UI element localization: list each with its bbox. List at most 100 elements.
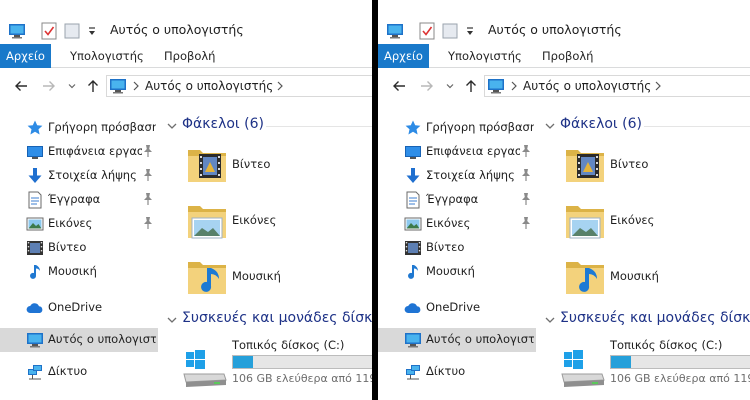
folder-pictures[interactable]: Εικόνες	[564, 198, 750, 246]
desktop-icon	[26, 143, 44, 161]
folder-music[interactable]: Μουσική	[186, 254, 372, 302]
nav-item-document[interactable]: Έγγραφα	[378, 188, 536, 212]
nav-item-download-arrow[interactable]: Στοιχεία λήψης	[378, 164, 536, 188]
pin-icon[interactable]	[520, 192, 532, 206]
forward-button[interactable]	[418, 77, 436, 95]
up-button[interactable]	[462, 77, 480, 95]
nav-item-desktop[interactable]: Επιφάνεια εργασίας	[378, 140, 536, 164]
drive-usage-bar	[610, 355, 750, 369]
properties-icon[interactable]	[419, 22, 435, 40]
up-button[interactable]	[84, 77, 102, 95]
pin-icon[interactable]	[142, 216, 154, 230]
address-path[interactable]: Αυτός ο υπολογιστής	[145, 79, 273, 93]
nav-item-star[interactable]: Γρήγορη πρόσβαση	[0, 116, 158, 140]
nav-item-video[interactable]: Βίντεο	[0, 236, 158, 260]
address-bar: Αυτός ο υπολογιστής	[0, 69, 372, 105]
drive-name: Τοπικός δίσκος (C:)	[232, 338, 345, 352]
back-button[interactable]	[12, 77, 30, 95]
devices-group-header[interactable]: Συσκευές και μονάδες δίσκου	[544, 310, 750, 330]
back-button[interactable]	[390, 77, 408, 95]
nav-item-video[interactable]: Βίντεο	[378, 236, 536, 260]
pin-icon[interactable]	[520, 144, 532, 158]
recent-locations-button[interactable]	[444, 77, 456, 95]
pin-icon[interactable]	[520, 168, 532, 182]
video-folder-icon	[186, 142, 230, 186]
nav-item-label: Δίκτυο	[426, 364, 466, 378]
pictures-folder-icon	[564, 198, 608, 242]
title-bar: Αυτός ο υπολογιστής	[378, 0, 750, 44]
nav-item-label: OneDrive	[48, 300, 103, 314]
nav-item-pictures[interactable]: Εικόνες	[0, 212, 158, 236]
nav-item-download-arrow[interactable]: Στοιχεία λήψης	[0, 164, 158, 188]
nav-item-desktop[interactable]: Επιφάνεια εργασίας	[0, 140, 158, 164]
folder-label: Βίντεο	[610, 157, 649, 171]
folder-video[interactable]: Βίντεο	[564, 142, 750, 190]
explorer-window-left: Αυτός ο υπολογιστής Αρχείο Υπολογιστής Προβ…	[0, 0, 372, 400]
cloud-icon	[404, 299, 422, 317]
drive-free-space: 106 GB ελεύθερα από 119 GB	[232, 372, 372, 385]
breadcrumb-chevron-icon	[275, 80, 285, 95]
music-folder-icon	[186, 254, 230, 298]
tab-view[interactable]: Προβολή	[542, 44, 593, 68]
nav-item-music-note[interactable]: Μουσική	[0, 260, 158, 284]
pin-icon[interactable]	[142, 192, 154, 206]
nav-item-star[interactable]: Γρήγορη πρόσβαση	[378, 116, 536, 140]
new-folder-icon[interactable]	[442, 22, 458, 40]
nav-item-network[interactable]: Δίκτυο	[0, 360, 158, 384]
nav-item-network[interactable]: Δίκτυο	[378, 360, 536, 384]
nav-item-cloud[interactable]: OneDrive	[378, 296, 536, 320]
document-icon	[404, 191, 422, 209]
new-folder-icon[interactable]	[64, 22, 80, 40]
address-bar: Αυτός ο υπολογιστής	[378, 69, 750, 105]
document-icon	[26, 191, 44, 209]
nav-item-label: Στοιχεία λήψης	[48, 168, 137, 182]
nav-item-computer[interactable]: Αυτός ο υπολογιστής	[0, 328, 158, 352]
devices-group-header[interactable]: Συσκευές και μονάδες δίσκου	[166, 310, 372, 330]
folder-label: Εικόνες	[610, 213, 655, 227]
folder-music[interactable]: Μουσική	[564, 254, 750, 302]
recent-locations-button[interactable]	[66, 77, 78, 95]
ribbon-tabs: Αρχείο Υπολογιστής Προβολή	[0, 44, 372, 68]
address-input[interactable]: Αυτός ο υπολογιστής	[106, 75, 372, 97]
customize-qat-icon[interactable]	[465, 22, 475, 40]
breadcrumb-chevron-icon	[653, 80, 663, 95]
address-path[interactable]: Αυτός ο υπολογιστής	[523, 79, 651, 93]
nav-item-label: Επιφάνεια εργασίας	[426, 144, 520, 158]
tab-computer[interactable]: Υπολογιστής	[448, 44, 522, 68]
cloud-icon	[26, 299, 44, 317]
breadcrumb-chevron-icon	[509, 80, 519, 95]
nav-item-document[interactable]: Έγγραφα	[0, 188, 158, 212]
properties-icon[interactable]	[41, 22, 57, 40]
forward-button[interactable]	[40, 77, 58, 95]
address-input[interactable]: Αυτός ο υπολογιστής	[484, 75, 750, 97]
drive-c[interactable]: Τοπικός δίσκος (C:) 106 GB ελεύθερα από 1…	[560, 338, 750, 388]
pin-icon[interactable]	[520, 216, 532, 230]
folders-group-header[interactable]: Φάκελοι (6)	[166, 116, 372, 136]
nav-item-music-note[interactable]: Μουσική	[378, 260, 536, 284]
explorer-window-right: Αυτός ο υπολογιστής Αρχείο Υπολογιστής Προβ…	[378, 0, 750, 400]
navigation-pane: Γρήγορη πρόσβαση Επιφάνεια εργασίας Στοιχε…	[0, 106, 158, 400]
chevron-down-icon	[166, 120, 178, 130]
nav-item-pictures[interactable]: Εικόνες	[378, 212, 536, 236]
music-folder-icon	[564, 254, 608, 298]
content-area: Φάκελοι (6) Βίντεο Εικόνες Μουσική Συσκευές …	[160, 106, 372, 400]
folders-group-header[interactable]: Φάκελοι (6)	[544, 116, 750, 136]
pin-icon[interactable]	[142, 144, 154, 158]
computer-icon	[26, 331, 44, 349]
customize-qat-icon[interactable]	[87, 22, 97, 40]
tab-file[interactable]: Αρχείο	[0, 44, 51, 68]
tab-file[interactable]: Αρχείο	[378, 44, 429, 68]
folder-video[interactable]: Βίντεο	[186, 142, 372, 190]
nav-item-label: Εικόνες	[426, 216, 471, 230]
nav-item-cloud[interactable]: OneDrive	[0, 296, 158, 320]
tab-view[interactable]: Προβολή	[164, 44, 215, 68]
nav-item-label: Αυτός ο υπολογιστής	[426, 332, 534, 346]
pin-icon[interactable]	[142, 168, 154, 182]
network-icon	[404, 363, 422, 381]
drive-usage-bar	[232, 355, 372, 369]
nav-item-computer[interactable]: Αυτός ο υπολογιστής	[378, 328, 536, 352]
folder-pictures[interactable]: Εικόνες	[186, 198, 372, 246]
tab-computer[interactable]: Υπολογιστής	[70, 44, 144, 68]
nav-item-label: OneDrive	[426, 300, 481, 314]
drive-c[interactable]: Τοπικός δίσκος (C:) 106 GB ελεύθερα από 1…	[182, 338, 372, 388]
